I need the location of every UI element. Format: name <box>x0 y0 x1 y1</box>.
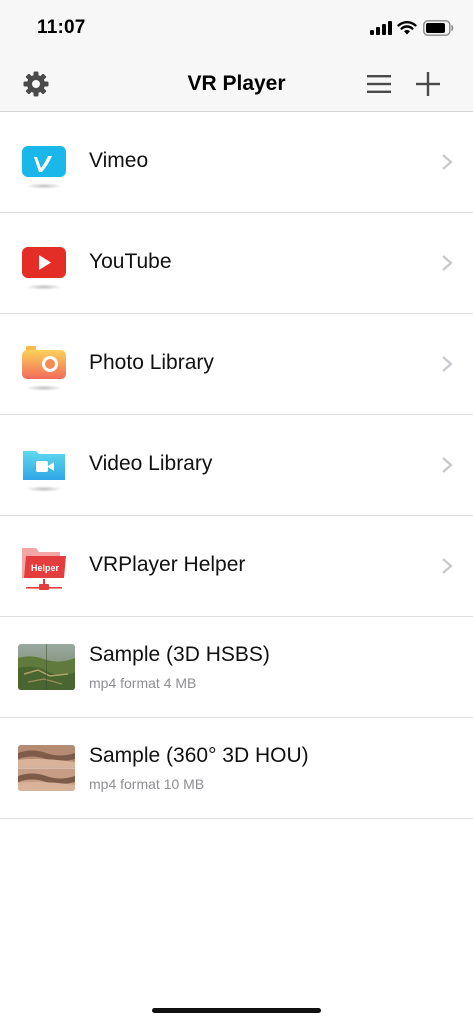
page-title: VR Player <box>187 72 286 95</box>
video-thumbnail <box>18 745 75 791</box>
list-item-video-library[interactable]: Video Library <box>0 415 473 516</box>
list-icon <box>367 75 391 93</box>
cellular-signal-icon <box>370 21 392 35</box>
home-indicator[interactable] <box>152 1008 321 1013</box>
navigation-bar: VR Player <box>0 56 473 112</box>
chevron-right-icon <box>442 558 453 574</box>
list-item-label: VRPlayer Helper <box>89 553 246 576</box>
list-item-label: YouTube <box>89 250 172 273</box>
helper-badge-text: Helper <box>31 563 60 573</box>
top-bar: 11:07 VR Player <box>0 0 473 112</box>
list-button[interactable] <box>363 68 395 100</box>
chevron-right-icon <box>442 255 453 271</box>
video-folder-icon <box>23 451 65 492</box>
status-bar: 11:07 <box>0 0 473 56</box>
helper-folder-icon: Helper <box>22 548 66 590</box>
sample-subtitle: mp4 format 4 MB <box>89 675 197 691</box>
list-item-sample-3d-hsbs[interactable]: Sample (3D HSBS) mp4 format 4 MB <box>0 617 473 718</box>
youtube-icon <box>22 247 66 290</box>
list-item-photo-library[interactable]: Photo Library <box>0 314 473 415</box>
status-time: 11:07 <box>37 17 86 38</box>
plus-icon <box>416 72 440 96</box>
video-thumbnail <box>18 644 75 690</box>
list-item-vrplayer-helper[interactable]: Helper VRPlayer Helper <box>0 516 473 617</box>
source-list: Vimeo YouTube Photo Library Video Librar… <box>0 112 473 819</box>
chevron-right-icon <box>442 356 453 372</box>
add-button[interactable] <box>412 68 444 100</box>
list-item-vimeo[interactable]: Vimeo <box>0 112 473 213</box>
wifi-icon <box>397 21 417 35</box>
chevron-right-icon <box>442 154 453 170</box>
sample-title: Sample (3D HSBS) <box>89 643 270 666</box>
list-item-label: Photo Library <box>89 351 214 374</box>
vimeo-icon <box>22 146 66 189</box>
list-item-youtube[interactable]: YouTube <box>0 213 473 314</box>
camera-icon <box>22 346 66 391</box>
sample-title: Sample (360° 3D HOU) <box>89 744 309 767</box>
list-item-sample-360-3d-hou[interactable]: Sample (360° 3D HOU) mp4 format 10 MB <box>0 718 473 819</box>
list-item-label: Video Library <box>89 452 213 475</box>
sample-subtitle: mp4 format 10 MB <box>89 776 205 792</box>
battery-icon <box>423 20 454 36</box>
list-item-label: Vimeo <box>89 149 149 172</box>
chevron-right-icon <box>442 457 453 473</box>
